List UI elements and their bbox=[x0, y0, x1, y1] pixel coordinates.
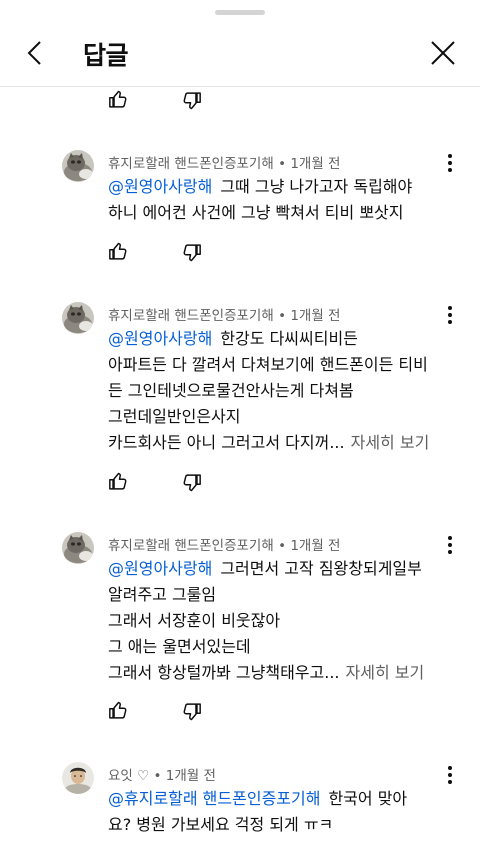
comment-actions bbox=[108, 698, 202, 724]
avatar[interactable] bbox=[62, 150, 94, 182]
author-name[interactable]: 요잇 ♡ bbox=[108, 768, 149, 784]
like-button[interactable] bbox=[108, 471, 130, 493]
reply-line: 든 그인테넷으로물건안사는게 다쳐봄 bbox=[108, 381, 354, 400]
thumbs-up-icon bbox=[109, 701, 127, 719]
header: 답글 bbox=[0, 22, 480, 84]
timestamp: 1개월 전 bbox=[290, 538, 341, 554]
thumbs-down-icon bbox=[183, 92, 201, 110]
meta-separator: • bbox=[153, 768, 162, 784]
reply-meta: 휴지로할래 핸드폰인증포기해 • 1개월 전 bbox=[108, 534, 340, 554]
reply-text: @원영아사랑해 그러면서 고작 짐왕창되게일부 알려주고 그룰임 그래서 서장훈이… bbox=[108, 556, 448, 686]
timestamp: 1개월 전 bbox=[165, 768, 216, 784]
comment-actions bbox=[108, 239, 202, 265]
back-button[interactable] bbox=[18, 38, 52, 72]
meta-separator: • bbox=[278, 538, 287, 554]
header-divider bbox=[0, 86, 480, 87]
reply-text: @원영아사랑해 한강도 다씨씨티비든 아파트든 다 깔려서 다쳐보기에 핸드폰이든… bbox=[108, 326, 448, 456]
like-button[interactable] bbox=[108, 89, 130, 111]
like-button[interactable] bbox=[108, 700, 130, 722]
reply-line: 그래서 항상털까봐 그냥책태우고... bbox=[108, 663, 340, 682]
mention-link[interactable]: @원영아사랑해 bbox=[108, 177, 212, 196]
reply-text: @휴지로할래 핸드폰인증포기해 한국어 맞아 요? 병원 가보세요 걱정 되게 ㅠ… bbox=[108, 786, 448, 838]
reply-line: 그 애는 울면서있는데 bbox=[108, 637, 251, 656]
avatar[interactable] bbox=[62, 302, 94, 334]
more-options-button[interactable] bbox=[440, 304, 460, 326]
thumbs-up-icon bbox=[109, 472, 127, 490]
reply-line: 그때 그냥 나가고자 독립해야 bbox=[220, 177, 413, 196]
more-vertical-icon bbox=[448, 154, 452, 172]
more-options-button[interactable] bbox=[440, 152, 460, 174]
more-options-button[interactable] bbox=[440, 534, 460, 556]
thumbs-down-icon bbox=[183, 703, 201, 721]
reply-line: 요? 병원 가보세요 걱정 되게 ㅠㅋ bbox=[108, 815, 334, 834]
reply-text: @원영아사랑해 그때 그냥 나가고자 독립해야 하니 에어컨 사건에 그냥 빡쳐서… bbox=[108, 174, 448, 226]
dislike-button[interactable] bbox=[180, 89, 202, 111]
author-name[interactable]: 휴지로할래 핸드폰인증포기해 bbox=[108, 538, 274, 554]
reply-line: 카드회사든 아니 그러고서 다지꺼... bbox=[108, 433, 345, 452]
chevron-left-icon bbox=[25, 39, 45, 71]
reply-line: 알려주고 그룰임 bbox=[108, 585, 217, 604]
mention-link[interactable]: @원영아사랑해 bbox=[108, 329, 212, 348]
more-options-button[interactable] bbox=[440, 764, 460, 786]
comment-actions bbox=[108, 87, 202, 113]
avatar[interactable] bbox=[62, 532, 94, 564]
timestamp: 1개월 전 bbox=[290, 156, 341, 172]
more-vertical-icon bbox=[448, 766, 452, 784]
dislike-button[interactable] bbox=[180, 241, 202, 263]
comment-actions bbox=[108, 469, 202, 495]
thumbs-down-icon bbox=[183, 244, 201, 262]
close-button[interactable] bbox=[426, 38, 460, 72]
reply-meta: 휴지로할래 핸드폰인증포기해 • 1개월 전 bbox=[108, 304, 340, 324]
thumbs-up-icon bbox=[109, 242, 127, 260]
timestamp: 1개월 전 bbox=[290, 308, 341, 324]
close-icon bbox=[430, 40, 456, 70]
mention-link[interactable]: @원영아사랑해 bbox=[108, 559, 212, 578]
more-vertical-icon bbox=[448, 536, 452, 554]
reply-meta: 휴지로할래 핸드폰인증포기해 • 1개월 전 bbox=[108, 152, 340, 172]
author-name[interactable]: 휴지로할래 핸드폰인증포기해 bbox=[108, 156, 274, 172]
meta-separator: • bbox=[278, 308, 287, 324]
page-title: 답글 bbox=[83, 41, 129, 70]
reply-line: 그래서 서장훈이 비웃잖아 bbox=[108, 611, 281, 630]
like-button[interactable] bbox=[108, 241, 130, 263]
more-vertical-icon bbox=[448, 306, 452, 324]
reply-line: 한국어 맞아 bbox=[328, 789, 408, 808]
reply-line: 한강도 다씨씨티비든 bbox=[220, 329, 358, 348]
reply-line: 아파트든 다 깔려서 다쳐보기에 핸드폰이든 티비 bbox=[108, 355, 428, 374]
reply-line: 그런데일반인은사지 bbox=[108, 407, 241, 426]
dislike-button[interactable] bbox=[180, 700, 202, 722]
thumbs-up-icon bbox=[109, 90, 127, 108]
read-more-link[interactable]: 자세히 보기 bbox=[351, 433, 430, 452]
drag-handle[interactable] bbox=[215, 10, 265, 15]
meta-separator: • bbox=[278, 156, 287, 172]
read-more-link[interactable]: 자세히 보기 bbox=[346, 663, 425, 682]
reply-line: 그러면서 고작 짐왕창되게일부 bbox=[220, 559, 422, 578]
reply-line: 하니 에어컨 사건에 그냥 빡쳐서 티비 뽀삿지 bbox=[108, 203, 404, 222]
mention-link[interactable]: @휴지로할래 핸드폰인증포기해 bbox=[108, 789, 320, 808]
reply-meta: 요잇 ♡ • 1개월 전 bbox=[108, 764, 216, 784]
dislike-button[interactable] bbox=[180, 471, 202, 493]
author-name[interactable]: 휴지로할래 핸드폰인증포기해 bbox=[108, 308, 274, 324]
thumbs-down-icon bbox=[183, 474, 201, 492]
avatar[interactable] bbox=[62, 762, 94, 794]
